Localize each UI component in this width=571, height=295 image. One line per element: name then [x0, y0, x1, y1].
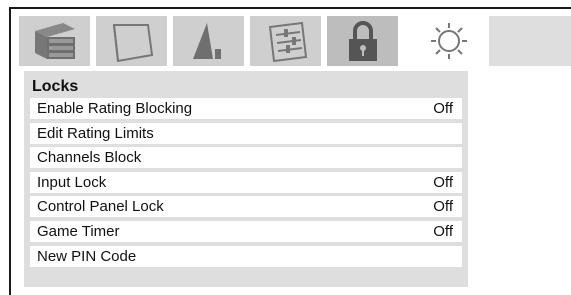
tab-preferences[interactable]: [404, 16, 489, 66]
menu-item-label: Game Timer: [37, 222, 120, 240]
menu-item-input-lock[interactable]: Input Lock Off: [30, 171, 462, 193]
panel-title: Locks: [32, 78, 79, 95]
tab-picture[interactable]: [19, 16, 96, 66]
lock-icon: [348, 21, 377, 61]
menu-list: Enable Rating Blocking Off Edit Rating L…: [30, 98, 462, 270]
menu-item-value: Off: [433, 100, 453, 117]
screen-icon: [112, 24, 153, 63]
menu-item-value: Off: [433, 222, 453, 240]
picture-stack-icon: [34, 23, 75, 59]
speaker-icon: [192, 23, 221, 59]
menu-item-label: Enable Rating Blocking: [37, 100, 193, 117]
menu-item-control-panel-lock[interactable]: Control Panel Lock Off: [30, 196, 462, 218]
menu-item-game-timer[interactable]: Game Timer Off: [30, 220, 462, 242]
tab-screen[interactable]: [96, 16, 173, 66]
locks-menu-panel: Locks Enable Rating Blocking Off Edit Ra…: [24, 71, 468, 287]
settings-sliders-icon: [268, 21, 307, 63]
menu-item-value: Off: [433, 198, 453, 216]
menu-item-channels-block[interactable]: Channels Block: [30, 147, 462, 169]
menu-tab-bar: [19, 16, 571, 66]
tab-locks[interactable]: [327, 16, 404, 66]
menu-item-label: New PIN Code: [37, 247, 137, 265]
menu-item-label: Input Lock: [37, 173, 107, 191]
menu-item-label: Channels Block: [37, 149, 142, 167]
menu-item-value: Off: [433, 173, 453, 191]
frame-left-border: [9, 7, 11, 295]
menu-item-enable-rating-blocking[interactable]: Enable Rating Blocking Off: [30, 98, 462, 119]
menu-item-label: Control Panel Lock: [37, 198, 164, 216]
sun-icon: [430, 23, 467, 59]
menu-item-edit-rating-limits[interactable]: Edit Rating Limits: [30, 122, 462, 144]
menu-item-new-pin-code[interactable]: New PIN Code: [30, 245, 462, 267]
tab-sound[interactable]: [173, 16, 250, 66]
tab-setup[interactable]: [250, 16, 327, 66]
frame-top-border: [9, 7, 571, 9]
menu-item-label: Edit Rating Limits: [37, 124, 154, 142]
